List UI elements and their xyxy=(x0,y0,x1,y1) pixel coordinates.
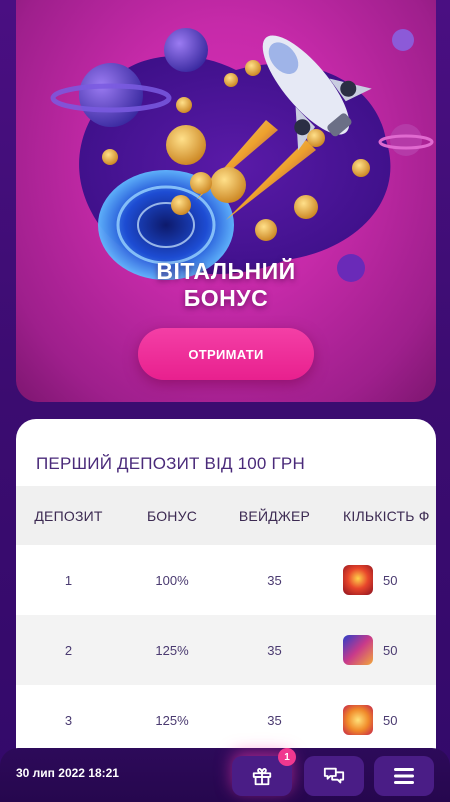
free-spins-count: 50 xyxy=(383,712,398,728)
gift-icon xyxy=(252,767,272,786)
header-wager: ВЕЙДЖЕР xyxy=(238,507,311,524)
wager-value: 35 xyxy=(267,712,282,728)
bonus-table-card: ПЕРШИЙ ДЕПОЗИТ ВІД 100 ГРН ДЕПОЗИТ БОНУС… xyxy=(16,419,436,802)
chat-button[interactable] xyxy=(304,756,364,796)
free-spins-cell: 50 xyxy=(326,565,436,595)
welcome-bonus-banner: ВІТАЛЬНИЙ БОНУС ОТРИМАТИ xyxy=(16,0,436,402)
chat-icon xyxy=(323,767,345,784)
slot-game-icon xyxy=(343,705,373,735)
bonuses-button[interactable]: 1 xyxy=(232,748,296,796)
bonus-percent: 125% xyxy=(155,712,189,728)
banner-title-line2: БОНУС xyxy=(183,285,269,311)
header-bonus: БОНУС xyxy=(146,507,198,524)
slot-game-icon xyxy=(343,635,373,665)
slot-game-icon xyxy=(343,565,373,595)
table-row: 3 125% 35 50 xyxy=(16,685,436,755)
bonus-percent: 100% xyxy=(155,572,189,588)
table-row: 2 125% 35 50 xyxy=(16,615,436,685)
header-deposit: ДЕПОЗИТ xyxy=(34,507,103,524)
wager-value: 35 xyxy=(267,642,282,658)
deposit-number: 3 xyxy=(64,712,73,728)
deposit-number: 1 xyxy=(64,572,73,588)
claim-bonus-button[interactable]: ОТРИМАТИ xyxy=(138,328,314,380)
table-header-row: ДЕПОЗИТ БОНУС ВЕЙДЖЕР КІЛЬКІСТЬ Ф xyxy=(16,486,436,545)
banner-title-line1: ВІТАЛЬНИЙ xyxy=(156,258,296,284)
wager-value: 35 xyxy=(267,572,282,588)
menu-icon xyxy=(394,768,414,784)
bottom-bar: 30 лип 2022 18:21 1 xyxy=(0,748,450,802)
header-free-spins: КІЛЬКІСТЬ Ф xyxy=(343,507,430,524)
banner-title: ВІТАЛЬНИЙ БОНУС xyxy=(16,258,436,312)
free-spins-count: 50 xyxy=(383,572,398,588)
current-datetime: 30 лип 2022 18:21 xyxy=(16,766,119,780)
notification-badge: 1 xyxy=(278,748,296,766)
bonus-table: ДЕПОЗИТ БОНУС ВЕЙДЖЕР КІЛЬКІСТЬ Ф 1 100%… xyxy=(16,486,436,755)
banner-illustration xyxy=(50,28,434,282)
free-spins-cell: 50 xyxy=(326,705,436,735)
table-row: 1 100% 35 50 xyxy=(16,545,436,615)
bonus-table-title: ПЕРШИЙ ДЕПОЗИТ ВІД 100 ГРН xyxy=(36,454,305,473)
bonus-percent: 125% xyxy=(155,642,189,658)
page: ВІТАЛЬНИЙ БОНУС ОТРИМАТИ ПЕРШИЙ ДЕПОЗИТ … xyxy=(0,0,450,802)
free-spins-count: 50 xyxy=(383,642,398,658)
menu-button[interactable] xyxy=(374,756,434,796)
free-spins-cell: 50 xyxy=(326,635,436,665)
deposit-number: 2 xyxy=(64,642,73,658)
